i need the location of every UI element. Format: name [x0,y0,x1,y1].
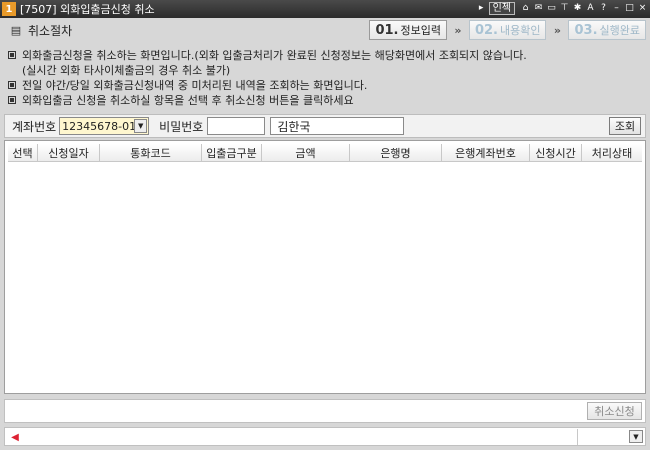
mail-icon[interactable]: ✉ [533,1,544,15]
column-header[interactable]: 입출금구분 [202,144,262,162]
step-label: 내용확인 [500,24,541,37]
column-header[interactable]: 선택 [8,144,38,162]
note-item: 전일 야간/당일 외화출금신청내역 중 미처리된 내역을 조회하는 화면입니다. [8,77,638,92]
account-select[interactable]: 12345678-01 ▼ [59,117,150,135]
page-title: 취소절차 [28,23,73,38]
inject-button[interactable]: 인젝 [488,1,515,15]
note-text: 외화출금신청을 취소하는 화면입니다.(외화 입출금처리가 완료된 신청정보는 … [22,48,527,62]
step-2: 02. 내용확인 [468,20,547,40]
cancel-request-button[interactable]: 취소신청 [587,402,642,420]
note-text: 전일 야간/당일 외화출금신청내역 중 미처리된 내역을 조회하는 화면입니다. [22,78,368,92]
pin-icon[interactable]: ⊤ [559,1,570,15]
column-header[interactable]: 금액 [262,144,350,162]
window-title-bar: 1 [7507] 외화입출금신청 취소 ▸ 인젝 ⌂ ✉ ▭ ⊤ ✱ A ? –… [0,0,650,18]
window-number-icon: 1 [2,2,16,16]
step-3: 03. 실행완료 [568,20,646,40]
step-1: 01. 정보입력 [369,20,447,40]
bullet-icon [8,95,16,104]
note-text: (실시간 외화 타사이체출금의 경우 취소 불가) [22,63,231,77]
column-header[interactable]: 통화코드 [100,144,202,162]
grid-header: 선택 신청일자 통화코드 입출금구분 금액 은행명 은행계좌번호 신청시간 처리… [8,144,642,162]
step-label: 실행완료 [599,24,640,37]
account-label: 계좌번호 [12,119,57,134]
column-header[interactable]: 신청시간 [530,144,582,162]
help-icon[interactable]: ? [598,1,609,15]
step-indicator: 01. 정보입력 » 02. 내용확인 » 03. 실행완료 [369,20,646,40]
settings-icon[interactable]: ✱ [572,1,583,15]
password-field[interactable] [207,117,266,135]
column-header[interactable]: 처리상태 [582,144,642,162]
action-bar: 취소신청 [4,399,646,423]
close-icon[interactable]: × [637,1,648,15]
note-item: 외화출금신청을 취소하는 화면입니다.(외화 입출금처리가 완료된 신청정보는 … [8,47,638,62]
account-holder-name: 김한국 [277,119,311,134]
step-number: 03. [574,22,598,38]
query-button[interactable]: 조회 [609,117,641,135]
bullet-icon [8,50,16,59]
column-header[interactable]: 은행명 [350,144,442,162]
note-item: 외화입출금 신청을 취소하실 항목을 선택 후 취소신청 버튼을 클릭하세요 [8,92,638,107]
mouse-icon[interactable]: ⌂ [520,1,531,15]
step-arrow-icon: » [553,23,562,37]
bullet-icon [8,80,16,89]
screen-icon[interactable]: ▭ [546,1,557,15]
column-header[interactable]: 신청일자 [38,144,100,162]
request-grid: 선택 신청일자 통화코드 입출금구분 금액 은행명 은행계좌번호 신청시간 처리… [4,140,646,394]
title-toolbar: ▸ 인젝 ⌂ ✉ ▭ ⊤ ✱ A ? – □ × [476,1,648,15]
window-title: [7507] 외화입출금신청 취소 [20,3,155,16]
search-panel: 계좌번호 12345678-01 ▼ 비밀번호 김한국 조회 [4,114,646,138]
step-number: 02. [474,22,498,38]
account-value: 12345678-01 [62,119,137,133]
status-message [25,430,575,444]
play-icon[interactable]: ▸ [476,1,487,15]
chevron-down-icon[interactable]: ▼ [134,119,148,133]
note-text: 외화입출금 신청을 취소하실 항목을 선택 후 취소신청 버튼을 클릭하세요 [22,93,354,107]
password-label: 비밀번호 [159,119,204,134]
maximize-icon[interactable]: □ [624,1,635,15]
chevron-down-icon[interactable]: ▼ [629,430,643,443]
step-arrow-icon: » [454,23,462,37]
minimize-icon[interactable]: – [611,1,622,15]
note-item: (실시간 외화 타사이체출금의 경우 취소 불가) [8,62,638,77]
font-size-icon[interactable]: A [585,1,596,15]
grid-body[interactable] [8,163,642,390]
instruction-notes: 외화출금신청을 취소하는 화면입니다.(외화 입출금처리가 완료된 신청정보는 … [8,47,638,107]
status-bar: ◀ ▼ [4,427,646,446]
step-number: 01. [375,22,399,38]
speaker-icon[interactable]: ◀ [9,431,21,443]
procedure-header: ▤ 취소절차 01. 정보입력 » 02. 내용확인 » 03. 실행완료 [4,19,646,41]
step-label: 정보입력 [400,24,441,37]
document-list-icon: ▤ [10,23,22,37]
column-header[interactable]: 은행계좌번호 [442,144,530,162]
status-divider [577,429,578,445]
account-holder-field: 김한국 [270,117,405,135]
